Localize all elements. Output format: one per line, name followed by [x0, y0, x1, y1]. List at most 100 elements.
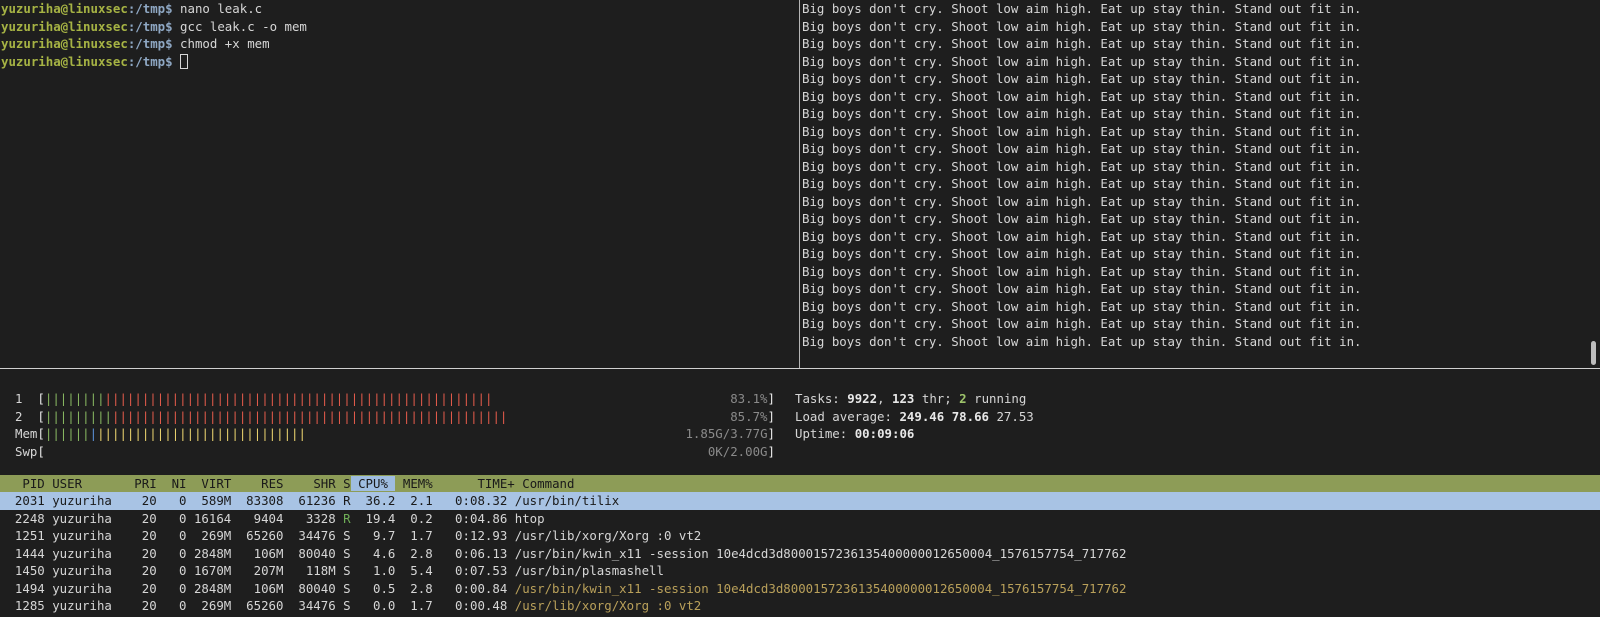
process-fields: 2031 yuzuriha 20 0 589M 83308 61236 [0, 493, 344, 508]
process-table-header[interactable]: PID USER PRI NI VIRT RES SHR S CPU% MEM%… [0, 475, 1600, 492]
load-average-line: Load average: 249.46 78.66 27.53 [795, 408, 1034, 424]
terminal-split-top: yuzuriha@linuxsec:/tmp$ nano leak.c yuzur… [0, 0, 1600, 368]
output-line: Big boys don't cry. Shoot low aim high. … [802, 193, 1362, 209]
prompt-user: yuzuriha@linuxsec [1, 36, 128, 51]
process-fields: 2248 yuzuriha 20 0 16164 9404 3328 [0, 510, 344, 526]
process-state: S [343, 528, 351, 543]
process-usage: 0.0 1.7 0:00.48 [350, 598, 515, 613]
left-terminal-pane[interactable]: yuzuriha@linuxsec:/tmp$ nano leak.c yuzur… [0, 0, 799, 368]
output-line: Big boys don't cry. Shoot low aim high. … [802, 298, 1362, 314]
meter-label: 2 [15, 408, 38, 424]
process-fields: 1285 yuzuriha 20 0 269M 65260 34476 [0, 598, 344, 613]
column-header-cpu[interactable]: CPU% [350, 476, 396, 491]
output-line: Big boys don't cry. Shoot low aim high. … [802, 211, 1362, 226]
process-command: /usr/bin/plasmashell [514, 563, 664, 578]
process-row[interactable]: 1450 yuzuriha 20 0 1670M 207M 118M S 1.0… [0, 562, 1600, 580]
column-header-s[interactable]: S [336, 476, 350, 491]
prompt-path: :/tmp$ [127, 1, 173, 16]
process-row[interactable]: 1251 yuzuriha 20 0 269M 65260 34476 S 9.… [0, 527, 1600, 545]
prompt-path: :/tmp$ [127, 18, 173, 34]
output-line: Big boys don't cry. Shoot low aim high. … [802, 1, 1362, 16]
right-terminal-pane[interactable]: Big boys don't cry. Shoot low aim high. … [800, 0, 1600, 368]
process-usage: 1.0 5.4 0:07.53 [350, 563, 515, 578]
meter-swp: Swp[0K/2.00G] [15, 443, 775, 461]
output-line: Big boys don't cry. Shoot low aim high. … [802, 71, 1362, 86]
column-header-mem[interactable]: MEM% [395, 476, 440, 491]
column-header-shr[interactable]: SHR [284, 476, 335, 491]
process-command: /usr/lib/xorg/Xorg :0 vt2 [514, 528, 702, 543]
process-usage: 36.2 2.1 0:08.32 [350, 493, 515, 508]
meter-bar-cache: |||||||||||||||||||||||||||| [97, 426, 306, 441]
output-line: Big boys don't cry. Shoot low aim high. … [802, 123, 1362, 139]
meter-value: 83.1%] [730, 390, 775, 408]
process-rows: 2031 yuzuriha 20 0 589M 83308 61236 R 36… [0, 492, 1600, 615]
meter-bar-buffers: | [89, 426, 98, 441]
meter-value: 85.7%] [730, 408, 775, 426]
prompt-line: yuzuriha@linuxsec:/tmp$ [1, 53, 307, 71]
meter-bracket-close: ] [767, 443, 775, 459]
process-state: S [343, 598, 351, 613]
output-line: Big boys don't cry. Shoot low aim high. … [802, 246, 1362, 261]
process-row[interactable]: 1494 yuzuriha 20 0 2848M 106M 80040 S 0.… [0, 580, 1600, 598]
meter-value: 0K/2.00G] [708, 443, 775, 461]
uptime-line: Uptime: 00:09:06 [795, 426, 915, 441]
process-row[interactable]: 2248 yuzuriha 20 0 16164 9404 3328 R 19.… [0, 510, 1600, 528]
prompt-user: yuzuriha@linuxsec [1, 18, 128, 34]
meter-1: 1 [|||||||||||||||||||||||||||||||||||||… [15, 390, 775, 408]
meter-bar-user: |||||||| [44, 391, 105, 406]
process-table: PID USER PRI NI VIRT RES SHR S CPU% MEM%… [0, 475, 1600, 615]
meter-bracket-open: [ [37, 426, 45, 441]
meter-bracket-close: ] [767, 426, 775, 441]
meter-bar-used: |||||| [44, 426, 90, 441]
meter-label: Swp [15, 443, 38, 459]
prompt-line: yuzuriha@linuxsec:/tmp$ chmod +x mem [1, 35, 307, 53]
process-row[interactable]: 1285 yuzuriha 20 0 269M 65260 34476 S 0.… [0, 597, 1600, 615]
meter-bracket-open: [ [37, 391, 45, 406]
output-line: Big boys don't cry. Shoot low aim high. … [802, 281, 1362, 296]
prompt-path: :/tmp$ [127, 53, 173, 69]
column-header-ni[interactable]: NI [157, 476, 187, 491]
prompt-line: yuzuriha@linuxsec:/tmp$ nano leak.c [1, 0, 307, 18]
htop-meters: 1 [|||||||||||||||||||||||||||||||||||||… [15, 390, 775, 460]
prompt-user: yuzuriha@linuxsec [1, 1, 128, 16]
process-command: /usr/bin/kwin_x11 -session 10e4dcd3d8000… [514, 545, 1127, 561]
process-fields: 1251 yuzuriha 20 0 269M 65260 34476 [0, 528, 344, 543]
meter-label: Mem [15, 426, 38, 441]
process-row[interactable]: 1444 yuzuriha 20 0 2848M 106M 80040 S 4.… [0, 545, 1600, 563]
right-terminal-output: Big boys don't cry. Shoot low aim high. … [802, 0, 1362, 350]
process-state: S [343, 580, 351, 596]
process-command: htop [514, 510, 545, 526]
column-header-pri[interactable]: PRI [127, 476, 156, 491]
process-usage: 4.6 2.8 0:06.13 [350, 545, 515, 561]
process-fields: 1494 yuzuriha 20 0 2848M 106M 80040 [0, 580, 344, 596]
process-state: R [343, 510, 351, 526]
meter-bar-user: ||||||||| [44, 408, 112, 424]
command-text: gcc leak.c -o mem [172, 18, 307, 34]
meter-value: 1.85G/3.77G] [685, 425, 775, 443]
column-header-virt[interactable]: VIRT [187, 476, 231, 491]
process-row[interactable]: 2031 yuzuriha 20 0 589M 83308 61236 R 36… [0, 492, 1600, 510]
htop-pane[interactable]: 1 [|||||||||||||||||||||||||||||||||||||… [0, 369, 1600, 617]
prompt-user: yuzuriha@linuxsec [1, 53, 128, 69]
column-header-pid[interactable]: PID [0, 476, 44, 491]
meter-value-text: 0K/2.00G [707, 443, 768, 459]
output-line: Big boys don't cry. Shoot low aim high. … [802, 158, 1362, 174]
process-state: S [343, 545, 351, 561]
left-terminal-output: yuzuriha@linuxsec:/tmp$ nano leak.c yuzur… [1, 0, 307, 70]
meter-bracket-close: ] [767, 391, 775, 406]
prompt-line: yuzuriha@linuxsec:/tmp$ gcc leak.c -o me… [1, 18, 307, 36]
column-header-res[interactable]: RES [231, 476, 283, 491]
output-line: Big boys don't cry. Shoot low aim high. … [802, 316, 1362, 331]
column-header-command[interactable]: Command [515, 476, 574, 491]
scrollbar-thumb[interactable] [1591, 341, 1596, 365]
process-command: /usr/bin/tilix [514, 493, 620, 508]
process-command: /usr/lib/xorg/Xorg :0 vt2 [514, 598, 702, 613]
meter-value-text: 1.85G/3.77G [685, 426, 768, 441]
process-command: /usr/bin/kwin_x11 -session 10e4dcd3d8000… [514, 580, 1127, 596]
output-line: Big boys don't cry. Shoot low aim high. … [802, 263, 1362, 279]
column-header-time[interactable]: TIME+ [440, 476, 514, 491]
column-header-user[interactable]: USER [45, 476, 127, 491]
meter-value-text: 85.7% [730, 408, 768, 424]
command-text [173, 54, 180, 69]
output-line: Big boys don't cry. Shoot low aim high. … [802, 333, 1362, 349]
